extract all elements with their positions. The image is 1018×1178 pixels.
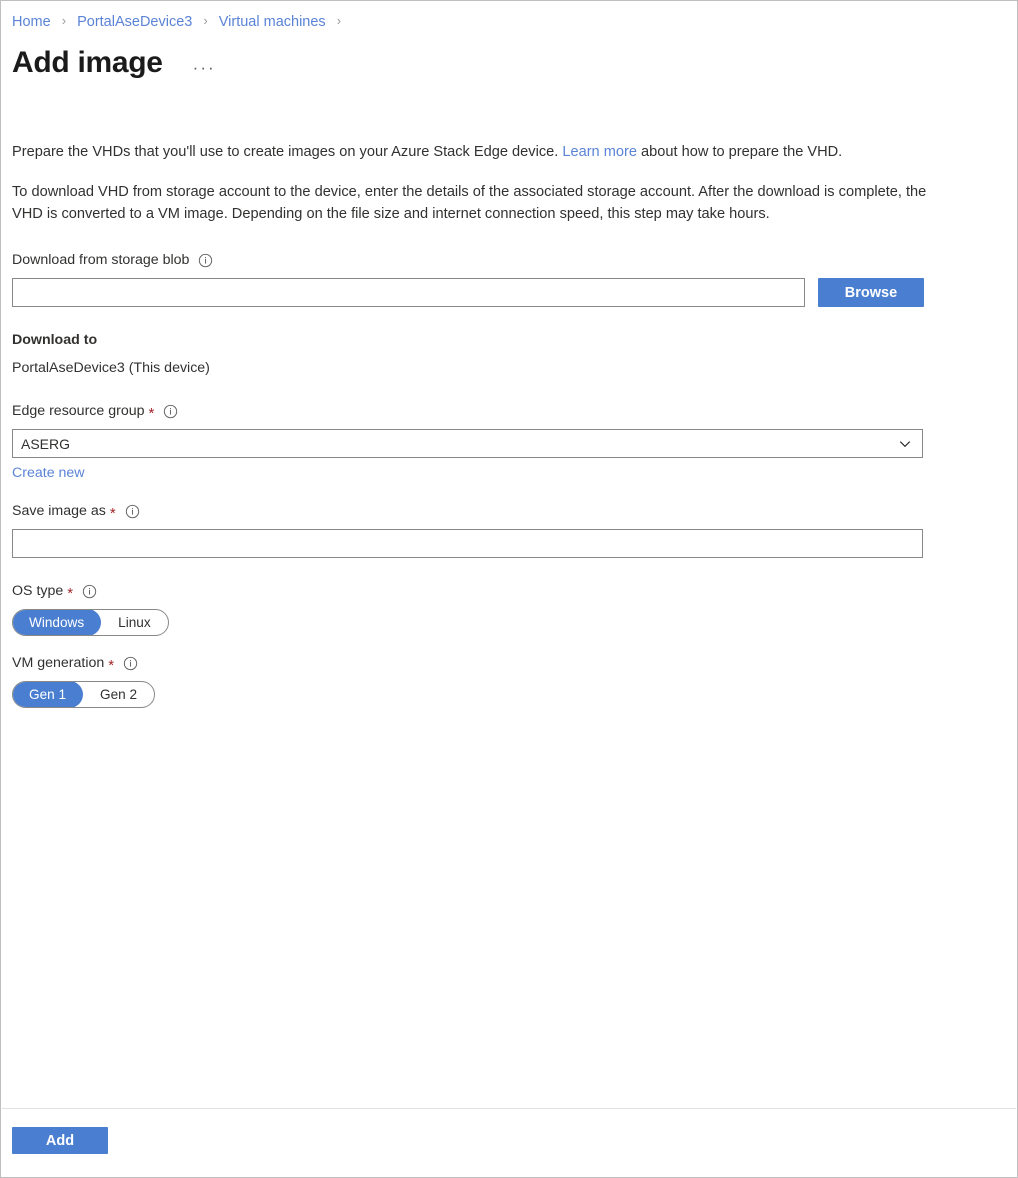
field-download-to: Download to PortalAseDevice3 (This devic… [12, 331, 937, 378]
os-type-label: OS type [12, 582, 63, 601]
breadcrumb-item-home[interactable]: Home [12, 14, 51, 30]
required-indicator: * [149, 408, 155, 420]
more-options-icon[interactable]: ··· [189, 59, 220, 77]
edge-resource-group-select[interactable]: ASERG [12, 429, 923, 458]
os-type-option-linux[interactable]: Linux [101, 610, 168, 635]
create-new-resource-group-link[interactable]: Create new [12, 465, 85, 481]
required-indicator: * [108, 660, 114, 672]
edge-resource-group-label: Edge resource group [12, 402, 145, 421]
intro-text-1a: Prepare the VHDs that you'll use to crea… [12, 144, 562, 160]
download-to-label-row: Download to [12, 331, 937, 350]
vm-generation-label-row: VM generation * [12, 654, 937, 673]
chevron-down-icon [898, 437, 912, 451]
footer: Add [12, 1127, 108, 1154]
field-os-type: OS type * Windows Linux [12, 582, 937, 636]
vm-generation-label: VM generation [12, 654, 104, 673]
download-to-value: PortalAseDevice3 (This device) [12, 358, 937, 378]
required-indicator: * [110, 508, 116, 520]
page-title: Add image [12, 44, 163, 82]
breadcrumb-item-portalasedevice3[interactable]: PortalAseDevice3 [77, 14, 192, 30]
field-vm-generation: VM generation * Gen 1 Gen 2 [12, 654, 937, 708]
save-image-as-label: Save image as [12, 502, 106, 521]
os-type-toggle-group: Windows Linux [12, 609, 169, 636]
breadcrumb: Home › PortalAseDevice3 › Virtual machin… [12, 13, 348, 31]
required-indicator: * [67, 588, 73, 600]
vm-generation-toggle-group: Gen 1 Gen 2 [12, 681, 155, 708]
breadcrumb-separator-icon: › [62, 12, 66, 30]
vm-generation-option-gen1[interactable]: Gen 1 [12, 681, 83, 708]
footer-divider [2, 1108, 1016, 1109]
save-image-as-input[interactable] [12, 529, 923, 558]
vm-generation-option-gen2[interactable]: Gen 2 [83, 682, 154, 707]
intro-paragraph-1: Prepare the VHDs that you'll use to crea… [12, 141, 937, 163]
blade-content: Prepare the VHDs that you'll use to crea… [12, 141, 937, 708]
title-row: Add image ··· [12, 44, 220, 82]
info-icon[interactable] [82, 584, 97, 599]
storage-blob-label-row: Download from storage blob [12, 251, 937, 270]
info-icon[interactable] [125, 504, 140, 519]
storage-blob-label: Download from storage blob [12, 251, 189, 270]
os-type-option-windows[interactable]: Windows [12, 609, 101, 636]
info-icon[interactable] [163, 404, 178, 419]
add-button[interactable]: Add [12, 1127, 108, 1154]
storage-blob-input[interactable] [12, 278, 805, 307]
edge-resource-group-select-wrap: ASERG [12, 429, 923, 458]
os-type-label-row: OS type * [12, 582, 937, 601]
field-save-image-as: Save image as * [12, 502, 937, 558]
field-storage-blob: Download from storage blob Browse [12, 251, 937, 307]
breadcrumb-separator-icon: › [337, 12, 341, 30]
info-icon[interactable] [198, 253, 213, 268]
intro-paragraph-2: To download VHD from storage account to … [12, 181, 937, 225]
edge-resource-group-selected-value: ASERG [21, 436, 898, 452]
save-image-as-label-row: Save image as * [12, 502, 937, 521]
download-to-label: Download to [12, 331, 97, 350]
browse-button[interactable]: Browse [818, 278, 924, 307]
info-icon[interactable] [123, 656, 138, 671]
breadcrumb-separator-icon: › [203, 12, 207, 30]
storage-blob-row: Browse [12, 278, 937, 307]
learn-more-link[interactable]: Learn more [562, 144, 637, 160]
edge-resource-group-label-row: Edge resource group * [12, 402, 937, 421]
breadcrumb-item-virtual-machines[interactable]: Virtual machines [219, 14, 326, 30]
add-image-blade: Home › PortalAseDevice3 › Virtual machin… [0, 0, 1018, 1178]
intro-text-1b: about how to prepare the VHD. [637, 144, 842, 160]
field-edge-resource-group: Edge resource group * ASERG [12, 402, 937, 482]
